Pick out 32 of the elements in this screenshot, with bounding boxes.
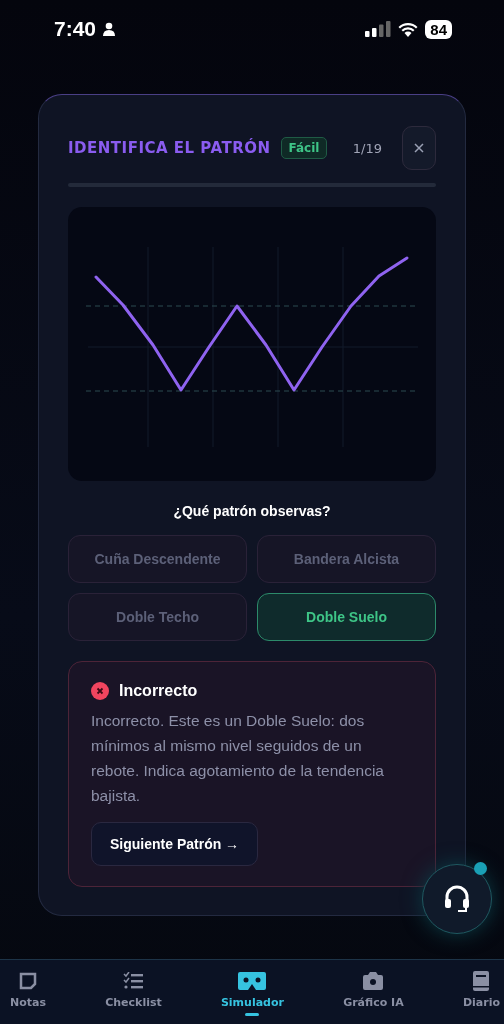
wifi-icon — [397, 21, 420, 37]
checklist-icon — [123, 972, 144, 990]
tab-item[interactable]: Checklist — [101, 960, 166, 1024]
close-icon — [414, 143, 424, 153]
signal-icon — [365, 21, 392, 37]
clock: 7:40 — [54, 17, 97, 41]
answer-option[interactable]: Cuña Descendente — [68, 535, 247, 583]
answer-option[interactable]: Doble Suelo — [257, 593, 436, 641]
battery-indicator: 84 — [425, 19, 452, 39]
answer-option[interactable]: Bandera Alcista — [257, 535, 436, 583]
difficulty-badge: Fácil — [280, 137, 328, 159]
vr-headset-icon — [238, 972, 267, 990]
headset-icon — [444, 885, 470, 913]
tab-item[interactable]: Diario — [458, 960, 504, 1024]
book-icon — [473, 971, 490, 991]
tab-item[interactable]: Gráfico IA — [339, 960, 408, 1024]
next-pattern-button[interactable]: Siguiente Patrón → — [91, 822, 259, 866]
notification-dot — [474, 862, 487, 875]
close-button[interactable] — [402, 126, 436, 170]
tab-item[interactable]: Notas — [6, 960, 50, 1024]
question-counter: 1/19 — [352, 140, 382, 156]
feedback-title: Incorrecto — [119, 682, 198, 700]
feedback-text: Incorrecto. Este es un Doble Suelo: dos mínimos al mismo nivel seguidos de un rebote. Indica agotamiento de la tendencia bajista. — [91, 711, 385, 806]
support-button[interactable] — [422, 864, 492, 934]
person-icon — [102, 22, 117, 36]
answer-option[interactable]: Doble Techo — [68, 593, 247, 641]
question-text: ¿Qué patrón observas? — [172, 503, 332, 519]
quiz-title: IDENTIFICA EL PATRÓN — [68, 139, 271, 157]
note-icon — [19, 972, 37, 990]
error-icon — [91, 682, 109, 700]
camera-icon — [363, 972, 384, 990]
tab-item[interactable]: Simulador — [216, 960, 288, 1024]
